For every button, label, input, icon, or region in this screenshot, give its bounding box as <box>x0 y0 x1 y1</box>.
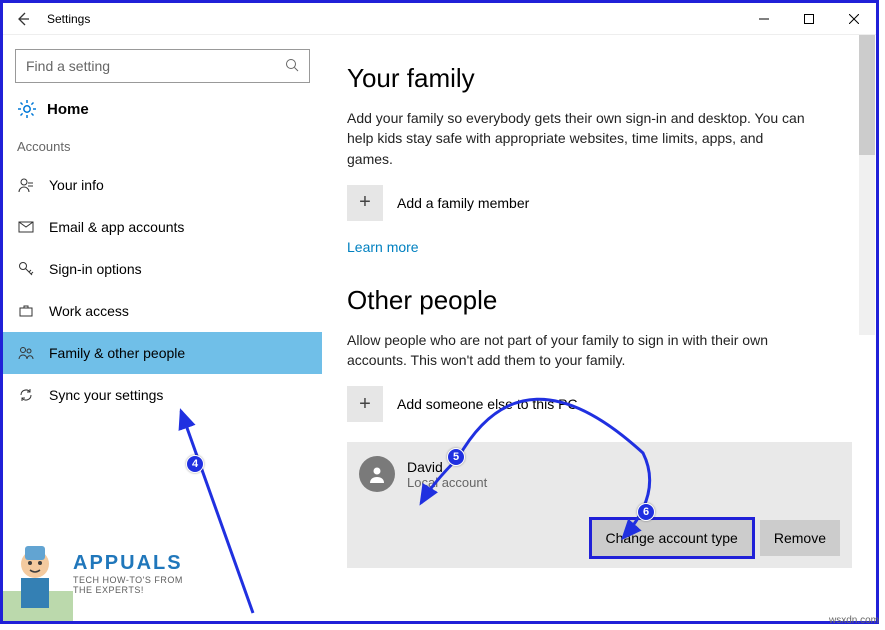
plus-icon: + <box>347 185 383 221</box>
annotation-marker-5: 5 <box>447 448 465 466</box>
scrollbar[interactable] <box>859 35 875 335</box>
remove-button[interactable]: Remove <box>760 520 840 556</box>
scrollbar-thumb[interactable] <box>859 35 875 155</box>
titlebar: Settings <box>3 3 876 35</box>
add-someone-label: Add someone else to this PC <box>397 396 578 412</box>
user-card[interactable]: David Local account Change account type … <box>347 442 852 568</box>
close-button[interactable] <box>831 4 876 34</box>
person-icon <box>17 176 35 194</box>
add-family-member-button[interactable]: + Add a family member <box>347 185 852 221</box>
search-icon <box>285 58 299 75</box>
people-icon <box>17 344 35 362</box>
add-someone-button[interactable]: + Add someone else to this PC <box>347 386 852 422</box>
home-link[interactable]: Home <box>3 99 322 133</box>
sidebar-item-your-info[interactable]: Your info <box>3 164 322 206</box>
other-description: Allow people who are not part of your fa… <box>347 330 807 371</box>
home-label: Home <box>47 101 89 118</box>
avatar-icon <box>359 456 395 492</box>
family-heading: Your family <box>347 63 852 94</box>
user-name: David <box>407 459 487 475</box>
sidebar-item-email[interactable]: Email & app accounts <box>3 206 322 248</box>
section-label: Accounts <box>3 133 322 164</box>
sync-icon <box>17 386 35 404</box>
sidebar-item-work[interactable]: Work access <box>3 290 322 332</box>
annotation-marker-4: 4 <box>186 455 204 473</box>
source-site: wsxdn.com <box>829 615 879 626</box>
sidebar: Find a setting Home Accounts Your info E… <box>3 35 323 621</box>
learn-more-link[interactable]: Learn more <box>347 239 419 255</box>
watermark-tagline: TECH HOW-TO'S FROM THE EXPERTS! <box>73 575 193 595</box>
sidebar-item-label: Your info <box>49 177 104 193</box>
window-title: Settings <box>43 12 741 26</box>
search-placeholder: Find a setting <box>26 58 110 74</box>
sidebar-item-sync[interactable]: Sync your settings <box>3 374 322 416</box>
sidebar-item-label: Sign-in options <box>49 261 142 277</box>
sidebar-item-label: Work access <box>49 303 129 319</box>
other-heading: Other people <box>347 285 852 316</box>
change-account-type-button[interactable]: Change account type <box>592 520 752 556</box>
gear-icon <box>17 99 37 119</box>
family-description: Add your family so everybody gets their … <box>347 108 807 169</box>
sidebar-item-signin[interactable]: Sign-in options <box>3 248 322 290</box>
plus-icon: + <box>347 386 383 422</box>
watermark: APPUALS TECH HOW-TO'S FROM THE EXPERTS! <box>3 536 193 621</box>
maximize-button[interactable] <box>786 4 831 34</box>
annotation-marker-6: 6 <box>637 503 655 521</box>
mail-icon <box>17 218 35 236</box>
briefcase-icon <box>17 302 35 320</box>
watermark-brand: APPUALS <box>73 552 183 575</box>
main-panel: Your family Add your family so everybody… <box>323 35 876 621</box>
search-input[interactable]: Find a setting <box>15 49 310 83</box>
sidebar-item-label: Sync your settings <box>49 387 163 403</box>
sidebar-item-family[interactable]: Family & other people <box>3 332 322 374</box>
back-button[interactable] <box>3 11 43 27</box>
user-type: Local account <box>407 475 487 490</box>
sidebar-item-label: Family & other people <box>49 345 185 361</box>
minimize-button[interactable] <box>741 4 786 34</box>
add-family-label: Add a family member <box>397 195 529 211</box>
key-icon <box>17 260 35 278</box>
sidebar-item-label: Email & app accounts <box>49 219 184 235</box>
